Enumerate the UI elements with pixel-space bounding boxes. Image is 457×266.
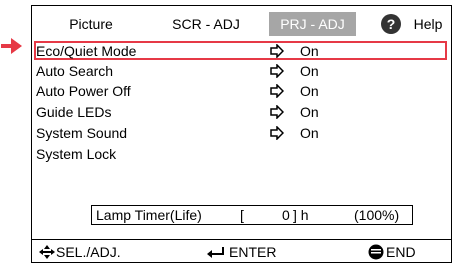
right-arrow-icon: [270, 84, 284, 98]
lamp-timer-percent: (100%): [354, 207, 400, 223]
menu-item-label: Auto Search: [36, 63, 114, 79]
footer-divider: [32, 239, 451, 240]
help-icon[interactable]: ?: [381, 14, 401, 34]
menu-tabs: Picture SCR - ADJ PRJ - ADJ ? Help: [32, 6, 451, 39]
footer-enter-label: ENTER: [229, 244, 277, 260]
footer-end-label: END: [386, 244, 416, 260]
menu-item-value: On: [300, 43, 319, 59]
enter-arrow-icon: [207, 247, 224, 258]
footer-sel-adj-label: SEL./ADJ.: [56, 244, 121, 260]
right-arrow-icon: [270, 126, 284, 140]
tab-scr-adj[interactable]: SCR - ADJ: [160, 12, 252, 36]
tab-prj-adj[interactable]: PRJ - ADJ: [269, 12, 356, 36]
menu-button-icon: [368, 244, 384, 260]
lamp-timer-unit: ] h: [293, 207, 309, 223]
right-arrow-icon: [270, 44, 284, 58]
right-arrow-icon: [270, 105, 284, 119]
red-pointer-arrow-icon: [1, 38, 22, 54]
menu-item-value: On: [300, 83, 319, 99]
lamp-timer-box: Lamp Timer(Life) [ 0 ] h (100%): [91, 205, 413, 225]
right-arrow-icon: [270, 64, 284, 78]
menu-item-label: System Lock: [36, 146, 117, 162]
tab-help[interactable]: Help: [411, 12, 445, 36]
menu-item-value: On: [300, 63, 319, 79]
lamp-timer-hours: 0: [282, 207, 290, 223]
menu-item-label: Eco/Quiet Mode: [36, 43, 137, 59]
menu-item-label: Guide LEDs: [36, 104, 112, 120]
four-way-arrow-icon: [39, 245, 55, 259]
menu-item-label: System Sound: [36, 125, 128, 141]
menu-item-value: On: [300, 125, 319, 141]
menu-item-label: Auto Power Off: [36, 83, 131, 99]
lamp-timer-open-bracket: [: [240, 207, 244, 223]
tab-picture[interactable]: Picture: [52, 12, 130, 36]
lamp-timer-label: Lamp Timer(Life): [96, 207, 202, 223]
menu-item-value: On: [300, 104, 319, 120]
